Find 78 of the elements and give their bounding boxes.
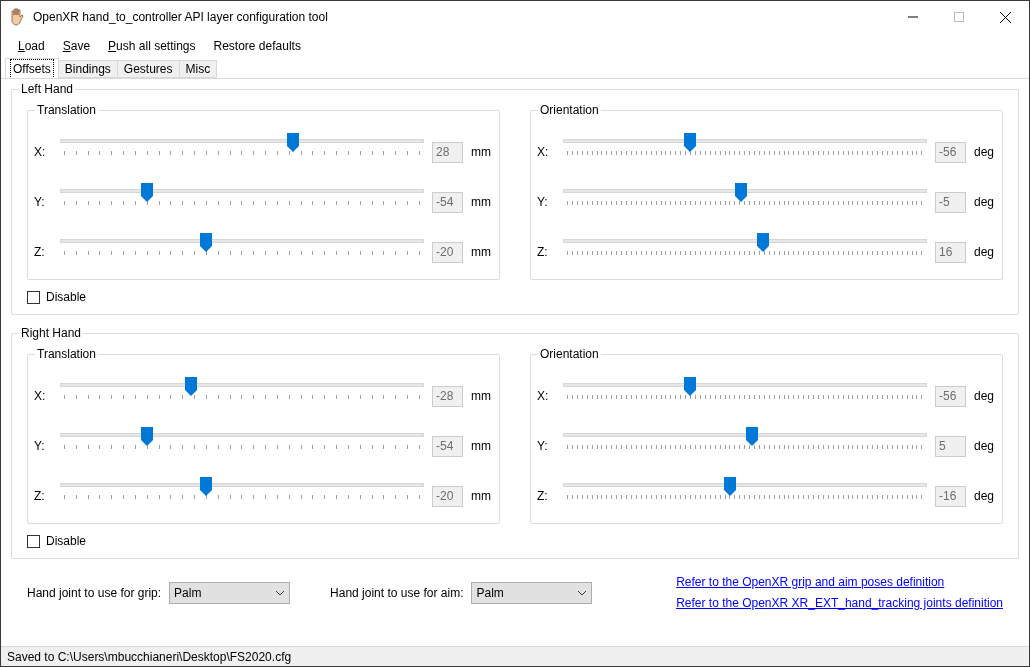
- axis-label: Z:: [537, 488, 549, 505]
- chevron-down-icon: [275, 589, 286, 596]
- menu-item[interactable]: Restore defaults: [205, 36, 309, 55]
- combo-label: Hand joint to use for aim:: [330, 584, 464, 602]
- axis-label: Y:: [34, 438, 46, 455]
- slider-thumb[interactable]: [684, 377, 697, 396]
- menu-item[interactable]: Load: [10, 36, 53, 55]
- slider-thumb[interactable]: [185, 377, 198, 396]
- value-field[interactable]: 5: [935, 435, 966, 457]
- close-icon[interactable]: [1000, 11, 1011, 23]
- value-field[interactable]: -56: [935, 385, 966, 407]
- unit-label: deg: [974, 488, 996, 505]
- axis-label: X:: [537, 388, 550, 405]
- checkbox-label: Disable: [46, 533, 87, 550]
- slider-thumb[interactable]: [757, 233, 770, 252]
- chevron-down-icon: [577, 589, 588, 596]
- checkbox[interactable]: [27, 534, 40, 548]
- unit-label: deg: [974, 388, 996, 405]
- group-title: Translation: [35, 103, 98, 117]
- slider-thumb[interactable]: [199, 233, 212, 252]
- unit-label: deg: [974, 144, 996, 161]
- unit-label: deg: [974, 244, 996, 261]
- value-field[interactable]: -56: [935, 141, 966, 163]
- combo-label: Hand joint to use for grip:: [27, 584, 162, 602]
- value-field[interactable]: -54: [432, 435, 463, 457]
- menu-item[interactable]: Save: [54, 36, 99, 55]
- tab[interactable]: Misc: [179, 60, 218, 78]
- group-title: Orientation: [538, 347, 601, 361]
- axis-label: Z:: [34, 488, 46, 505]
- axis-label: X:: [537, 144, 550, 161]
- unit-label: mm: [471, 244, 492, 261]
- checkbox-label: Disable: [46, 289, 87, 306]
- axis-label: Y:: [537, 438, 549, 455]
- unit-label: mm: [471, 194, 492, 211]
- slider-thumb[interactable]: [724, 477, 737, 496]
- slider-thumb[interactable]: [286, 133, 299, 152]
- axis-label: Z:: [34, 244, 46, 261]
- dropdown[interactable]: Palm: [169, 581, 291, 604]
- slider-thumb[interactable]: [746, 427, 759, 446]
- slider-thumb[interactable]: [735, 183, 748, 202]
- axis-label: Y:: [537, 194, 549, 211]
- unit-label: mm: [471, 438, 492, 455]
- tab[interactable]: Bindings: [58, 60, 118, 78]
- value-field[interactable]: -20: [432, 485, 463, 507]
- group-title: Translation: [35, 347, 98, 361]
- unit-label: deg: [974, 438, 996, 455]
- group-title: Left Hand: [19, 82, 76, 96]
- tab[interactable]: Gestures: [117, 60, 180, 78]
- value-field[interactable]: -28: [432, 385, 463, 407]
- group-title: Right Hand: [19, 326, 84, 340]
- status-bar: Saved to C:\Users\mbucchianeri\Desktop\FS2020.cfg: [1, 646, 1029, 666]
- group-title: Orientation: [538, 103, 601, 117]
- link[interactable]: Refer to the OpenXR grip and aim poses definition: [676, 573, 1003, 591]
- raised-hand-icon: [9, 8, 25, 26]
- slider-thumb[interactable]: [199, 477, 212, 496]
- axis-label: X:: [34, 144, 47, 161]
- value-field[interactable]: -16: [935, 485, 966, 507]
- slider-thumb[interactable]: [141, 183, 154, 202]
- unit-label: mm: [471, 488, 492, 505]
- dropdown[interactable]: Palm: [471, 581, 593, 604]
- axis-label: Z:: [537, 244, 549, 261]
- checkbox[interactable]: [27, 290, 40, 304]
- menu-item[interactable]: Push all settings: [100, 36, 204, 55]
- value-field[interactable]: -5: [935, 191, 966, 213]
- value-field[interactable]: -20: [432, 241, 463, 263]
- axis-label: Y:: [34, 194, 46, 211]
- slider-thumb[interactable]: [141, 427, 154, 446]
- link[interactable]: Refer to the OpenXR XR_EXT_hand_tracking joints definition: [676, 594, 1003, 612]
- value-field[interactable]: 28: [432, 141, 463, 163]
- unit-label: mm: [471, 388, 492, 405]
- window-title: OpenXR hand_to_controller API layer configuration tool: [33, 9, 328, 26]
- value-field[interactable]: 16: [935, 241, 966, 263]
- value-field[interactable]: -54: [432, 191, 463, 213]
- unit-label: deg: [974, 194, 996, 211]
- tab[interactable]: Offsets: [5, 58, 59, 78]
- unit-label: mm: [471, 144, 492, 161]
- axis-label: X:: [34, 388, 47, 405]
- slider-thumb[interactable]: [684, 133, 697, 152]
